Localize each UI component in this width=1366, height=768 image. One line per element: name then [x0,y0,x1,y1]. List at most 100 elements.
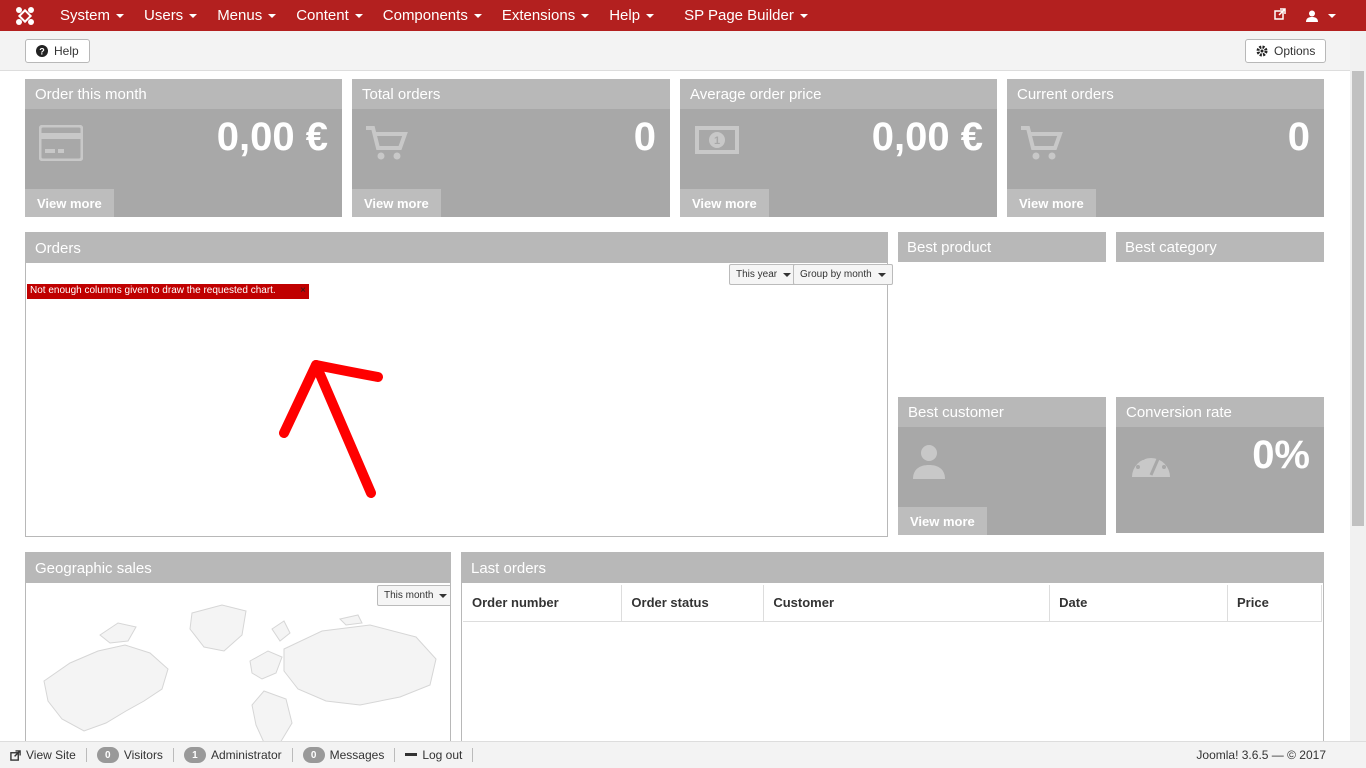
dropdown-label: This year [736,269,778,280]
nav-menus[interactable]: Menus [207,0,286,31]
help-label: Help [54,44,79,58]
error-text: Not enough columns given to draw the req… [30,285,276,296]
messages-label: Messages [329,748,385,762]
svg-text:1: 1 [714,135,720,147]
view-more-link[interactable]: View more [1007,189,1096,217]
administrator-label: Administrator [210,748,282,762]
nav-components[interactable]: Components [373,0,492,31]
caret-down-icon [268,13,277,18]
view-more-link[interactable]: View more [680,189,769,217]
caret-down-icon [877,272,886,277]
visitors-badge: 0 [96,747,119,763]
widget-value: 0,00 € [871,115,983,159]
nav-label: Help [609,7,641,24]
nav-label: Content [296,7,349,24]
toolbar: ? Help Options [0,31,1350,71]
widget-average-order-price: Average order price 0,00 € 1 View more [680,79,997,217]
top-navbar: System Users Menus Content Components Ex… [0,0,1366,31]
widget-value: 0,00 € [216,115,328,159]
nav-label: Extensions [501,7,576,24]
orders-panel: Orders This year Group by month Not enou… [25,232,893,537]
widget-title: Total orders [352,79,670,109]
footer-copyright: Joomla! 3.6.5 — © 2017 [1196,748,1326,762]
column-header-order-number[interactable]: Order number [463,585,623,622]
caret-down-icon [646,13,655,18]
help-button[interactable]: ? Help [25,39,90,63]
nav-users[interactable]: Users [134,0,207,31]
messages-badge: 0 [302,747,325,763]
logout-link[interactable]: Log out [395,748,474,762]
messages-link[interactable]: 0 Messages [293,747,396,763]
view-more-link[interactable]: View more [898,507,987,535]
group-filter-dropdown[interactable]: Group by month [793,264,893,285]
widget-total-orders: Total orders 0 View more [352,79,670,217]
visitors-label: Visitors [123,748,163,762]
nav-label: Users [144,7,184,24]
view-more-link[interactable]: View more [25,189,114,217]
widget-value: 0% [1252,433,1310,477]
error-close-icon[interactable]: × [300,285,306,296]
money-icon: 1 [694,125,740,158]
column-header-date[interactable]: Date [1049,585,1229,622]
widget-title: Order this month [25,79,342,109]
caret-down-icon [116,13,125,18]
nav-system[interactable]: System [50,0,134,31]
widget-order-this-month: Order this month 0,00 € View more [25,79,342,217]
widget-value: 0 [633,115,656,159]
panel-title: Last orders [462,553,1323,583]
caret-down-icon [783,272,792,277]
best-category-panel: Best category [1116,232,1324,382]
visitors-link[interactable]: 0 Visitors [87,747,174,763]
widget-title: Best customer [898,397,1106,427]
joomla-logo-icon[interactable] [0,0,50,31]
period-filter-dropdown[interactable]: This year [729,264,799,285]
external-link-icon[interactable] [1274,8,1286,23]
nav-extensions[interactable]: Extensions [492,0,599,31]
panel-title: Best product [898,232,1106,262]
panel-title: Best category [1116,232,1324,262]
nav-content[interactable]: Content [286,0,373,31]
panel-title: Orders [26,233,887,263]
orders-chart-area: This year Group by month Not enough colu… [26,263,893,536]
view-more-link[interactable]: View more [352,189,441,217]
nav-label: SP Page Builder [684,7,794,24]
widget-title: Conversion rate [1116,397,1324,427]
nav-sp-page-builder[interactable]: SP Page Builder [674,0,818,31]
view-site-link[interactable]: View Site [0,748,87,762]
last-orders-table: Order number Order status Customer Date … [463,585,1322,622]
caret-down-icon [473,13,482,18]
widget-conversion-rate: Conversion rate 0% [1116,397,1324,533]
column-header-customer[interactable]: Customer [763,585,1051,622]
credit-card-icon [38,124,84,164]
cart-icon [1021,125,1063,164]
column-header-price[interactable]: Price [1227,585,1322,622]
page-scrollbar[interactable] [1350,31,1366,741]
chart-error-message: Not enough columns given to draw the req… [27,284,309,299]
user-menu[interactable] [1306,10,1336,22]
nav-right [1274,0,1336,31]
administrator-link[interactable]: 1 Administrator [174,747,293,763]
status-bar: View Site 0 Visitors 1 Administrator 0 M… [0,741,1366,768]
user-icon [1306,10,1318,22]
options-label: Options [1274,44,1316,58]
caret-down-icon [1328,13,1336,18]
world-map[interactable] [40,601,440,751]
gear-icon [1256,45,1268,57]
nav-label: System [60,7,111,24]
caret-down-icon [439,593,448,598]
caret-down-icon [354,13,363,18]
svg-text:?: ? [39,47,45,57]
widget-best-customer: Best customer View more [898,397,1106,535]
caret-down-icon [581,13,590,18]
column-header-order-status[interactable]: Order status [621,585,765,622]
widget-title: Average order price [680,79,997,109]
administrator-badge: 1 [183,747,206,763]
widget-current-orders: Current orders 0 View more [1007,79,1324,217]
scrollbar-thumb[interactable] [1352,71,1364,526]
dropdown-label: This month [384,590,434,601]
view-site-label: View Site [26,748,76,762]
options-button[interactable]: Options [1245,39,1327,63]
nav-help[interactable]: Help [599,0,664,31]
dropdown-label: Group by month [800,269,872,280]
caret-down-icon [189,13,198,18]
